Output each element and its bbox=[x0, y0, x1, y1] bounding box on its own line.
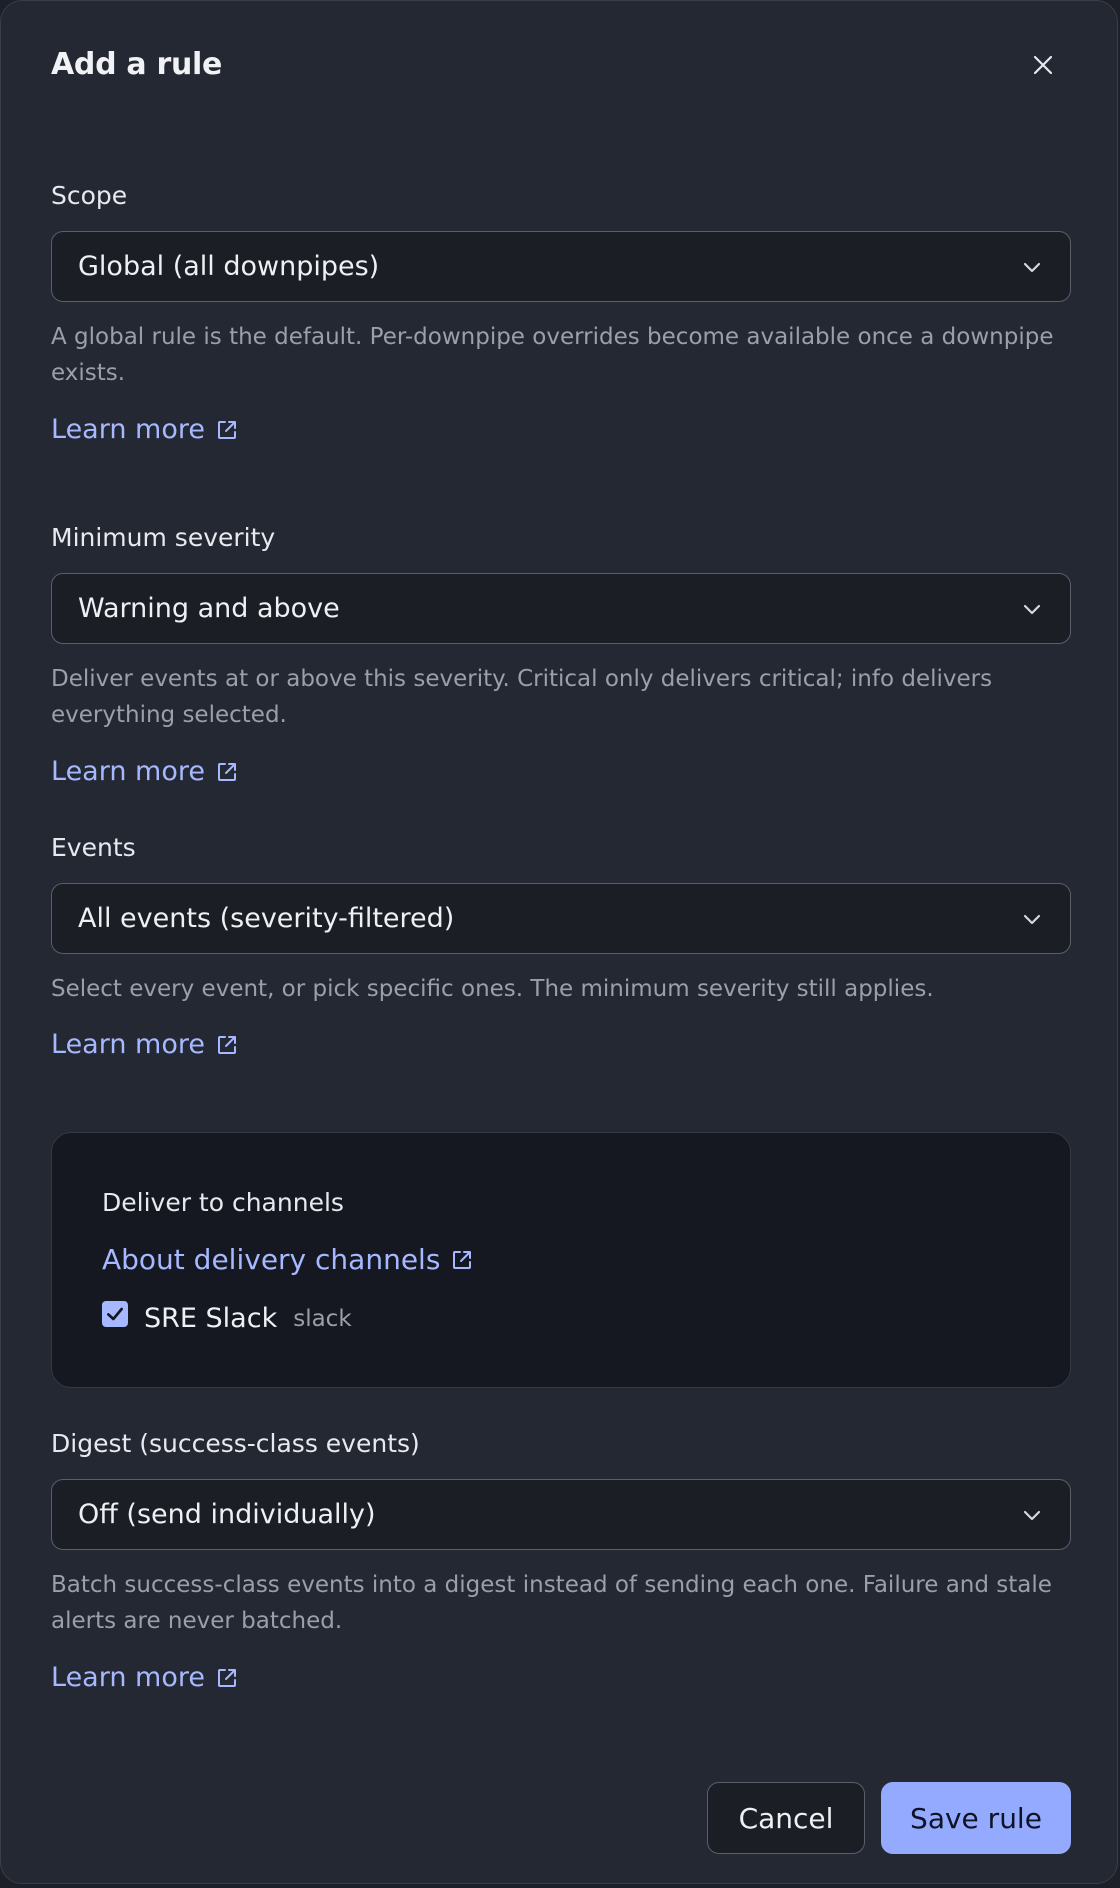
external-link-icon bbox=[217, 762, 236, 781]
cancel-button[interactable]: Cancel bbox=[707, 1782, 865, 1854]
about-link-label: About delivery channels bbox=[102, 1243, 441, 1276]
learn-more-label: Learn more bbox=[51, 1029, 205, 1060]
digest-help-text: Batch success-class events into a digest… bbox=[51, 1572, 1052, 1634]
events-learn-more-link[interactable]: Learn more bbox=[51, 1029, 239, 1060]
severity-select[interactable]: Warning and above bbox=[51, 573, 1071, 644]
events-label: Events bbox=[51, 833, 136, 862]
channels-title: Deliver to channels bbox=[102, 1188, 344, 1217]
add-rule-dialog: Add a rule Scope Global (all downpipes) … bbox=[0, 0, 1118, 1884]
save-rule-button[interactable]: Save rule bbox=[881, 1782, 1071, 1854]
channel-item: SRE Slack slack bbox=[102, 1300, 352, 1334]
chevron-down-icon bbox=[1023, 604, 1041, 614]
digest-label: Digest (success-class events) bbox=[51, 1429, 420, 1458]
external-link-icon bbox=[453, 1250, 472, 1269]
learn-more-label: Learn more bbox=[51, 1662, 205, 1693]
digest-select[interactable]: Off (send individually) bbox=[51, 1479, 1071, 1550]
external-link-icon bbox=[217, 420, 236, 439]
severity-select-value: Warning and above bbox=[78, 593, 340, 624]
scope-learn-more-link[interactable]: Learn more bbox=[51, 414, 239, 445]
learn-more-label: Learn more bbox=[51, 414, 205, 445]
scope-select[interactable]: Global (all downpipes) bbox=[51, 231, 1071, 302]
events-select[interactable]: All events (severity-filtered) bbox=[51, 883, 1071, 954]
severity-label: Minimum severity bbox=[51, 523, 276, 552]
learn-more-label: Learn more bbox=[51, 756, 205, 787]
external-link-icon bbox=[217, 1668, 236, 1687]
check-icon bbox=[107, 1307, 123, 1320]
channel-name: SRE Slack bbox=[144, 1303, 278, 1334]
chevron-down-icon bbox=[1023, 1510, 1041, 1520]
external-link-icon bbox=[217, 1035, 236, 1054]
delivery-channels-panel: Deliver to channels About delivery chann… bbox=[51, 1132, 1071, 1388]
digest-learn-more-link[interactable]: Learn more bbox=[51, 1662, 239, 1693]
scope-help-text: A global rule is the default. Per-downpi… bbox=[51, 324, 1054, 386]
chevron-down-icon bbox=[1023, 914, 1041, 924]
dialog-title: Add a rule bbox=[51, 47, 223, 82]
close-icon bbox=[1033, 55, 1053, 75]
severity-learn-more-link[interactable]: Learn more bbox=[51, 756, 239, 787]
severity-help-text: Deliver events at or above this severity… bbox=[51, 666, 993, 728]
about-delivery-channels-link[interactable]: About delivery channels bbox=[102, 1243, 474, 1276]
events-help-text: Select every event, or pick specific one… bbox=[51, 976, 934, 1002]
scope-select-value: Global (all downpipes) bbox=[78, 251, 380, 282]
channel-checkbox[interactable] bbox=[102, 1300, 128, 1327]
events-select-value: All events (severity-filtered) bbox=[78, 903, 455, 934]
scope-label: Scope bbox=[51, 181, 128, 210]
digest-select-value: Off (send individually) bbox=[78, 1499, 376, 1530]
chevron-down-icon bbox=[1023, 262, 1041, 272]
channel-type: slack bbox=[293, 1305, 352, 1332]
close-button[interactable] bbox=[1023, 45, 1063, 85]
